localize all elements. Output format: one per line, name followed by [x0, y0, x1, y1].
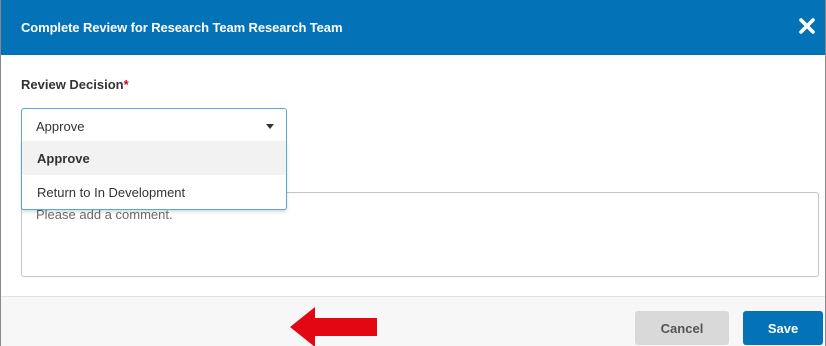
option-approve[interactable]: Approve — [22, 141, 286, 175]
review-decision-selected-value: Approve — [36, 119, 85, 134]
close-icon[interactable] — [798, 17, 816, 35]
review-decision-select[interactable]: Approve — [21, 108, 287, 142]
dialog-header: Complete Review for Research Team Resear… — [1, 0, 825, 55]
review-decision-dropdown: Approve Return to In Development — [21, 141, 287, 210]
caret-down-icon — [266, 124, 274, 129]
option-return-to-in-development[interactable]: Return to In Development — [22, 175, 286, 209]
review-decision-label: Review Decision* — [21, 77, 129, 92]
save-button[interactable]: Save — [743, 311, 823, 345]
review-decision-label-text: Review Decision — [21, 77, 124, 92]
required-marker: * — [123, 77, 129, 92]
red-arrow-annotation-icon — [290, 307, 377, 346]
dialog-title: Complete Review for Research Team Resear… — [21, 20, 343, 35]
cancel-button[interactable]: Cancel — [635, 311, 729, 345]
review-dialog: Complete Review for Research Team Resear… — [0, 0, 826, 346]
